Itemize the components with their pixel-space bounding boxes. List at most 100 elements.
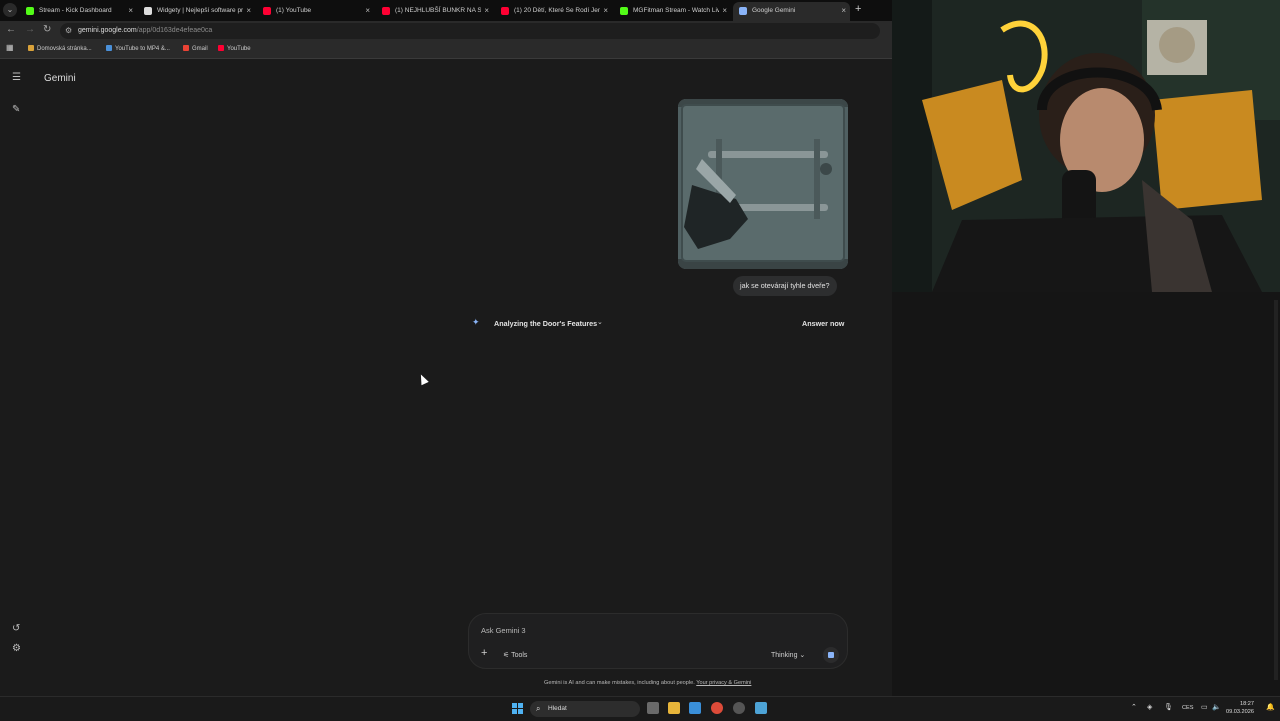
browser-window: ⌄ Stream - Kick Dashboard × Widgety | Nejl… <box>0 0 892 696</box>
address-bar[interactable]: ⚙ gemini.google.com/app/0d163de4efeae0ca <box>60 23 880 39</box>
taskbar-search-label: Hledat <box>548 705 567 712</box>
kick-icon <box>620 7 628 15</box>
clock-time: 18:27 <box>1240 701 1254 707</box>
bookmark-2[interactable]: YouTube to MP4 &... <box>106 45 170 52</box>
mode-picker[interactable]: Thinking ⌄ <box>771 651 805 659</box>
bookmark-favicon-icon <box>106 45 112 51</box>
tools-icon: ⚟ <box>503 652 512 659</box>
chevron-down-icon: ⌄ <box>799 652 806 659</box>
windows-start-icon[interactable] <box>512 703 524 715</box>
scrollbar[interactable] <box>1274 300 1278 680</box>
steam-icon[interactable] <box>755 702 767 714</box>
bookmarks-bar: ▦ Domovská stránka... YouTube to MP4 &...… <box>0 41 892 59</box>
privacy-link[interactable]: Your privacy & Gemini <box>696 680 751 686</box>
address-path: /app/0d163de4efeae0ca <box>136 27 213 34</box>
site-info-icon[interactable]: ⚙ <box>65 23 72 39</box>
settings-icon[interactable]: ⚙ <box>12 643 21 654</box>
prompt-composer[interactable]: Ask Gemini 3 + ⚟ Tools Thinking ⌄ <box>468 613 848 669</box>
activity-icon[interactable]: ↺ <box>12 623 20 634</box>
tools-button[interactable]: ⚟ Tools <box>503 651 527 659</box>
widget-icon <box>144 7 152 15</box>
chrome-icon[interactable] <box>711 702 723 714</box>
tab-label: (1) 20 Dětí, Které Se Rodí Jen Je <box>514 7 600 14</box>
tab-3[interactable]: (1) YouTube × <box>257 2 374 21</box>
gemini-icon <box>739 7 747 15</box>
add-attachment-icon[interactable]: + <box>481 647 487 659</box>
tab-2[interactable]: Widgety | Nejlepší software pr × <box>138 2 255 21</box>
tab-search-icon[interactable]: ⌄ <box>3 3 17 17</box>
close-icon[interactable]: × <box>841 2 846 19</box>
tab-6[interactable]: MGFitman Stream - Watch Live × <box>614 2 731 21</box>
reload-icon[interactable]: ↻ <box>43 24 51 35</box>
forward-icon[interactable]: → <box>25 24 35 35</box>
close-icon[interactable]: × <box>128 2 133 19</box>
youtube-icon <box>263 7 271 15</box>
gemini-title[interactable]: Gemini <box>44 73 76 84</box>
bookmark-4[interactable]: YouTube <box>218 45 251 52</box>
mode-label: Thinking <box>771 652 798 659</box>
tab-strip: ⌄ Stream - Kick Dashboard × Widgety | Nejl… <box>0 0 892 21</box>
user-message: jak se otevárají tyhle dveře? <box>733 276 837 296</box>
webcam-overlay <box>892 0 1280 292</box>
thinking-label: Analyzing the Door's Features <box>494 319 598 328</box>
stop-button[interactable] <box>823 647 839 663</box>
close-icon[interactable]: × <box>246 2 251 19</box>
tray-overflow-icon[interactable]: ⌃ <box>1131 703 1137 711</box>
tab-5[interactable]: (1) 20 Dětí, Které Se Rodí Jen Je× <box>495 2 612 21</box>
taskbar-search[interactable]: ⌕ Hledat <box>530 701 640 717</box>
task-view-icon[interactable] <box>647 702 659 714</box>
app-icon[interactable] <box>733 702 745 714</box>
new-chat-icon[interactable]: ✎ <box>12 104 20 115</box>
tab-1[interactable]: Stream - Kick Dashboard × <box>20 2 137 21</box>
clock-date: 09.03.2026 <box>1226 709 1254 715</box>
language-indicator[interactable]: CES <box>1182 705 1194 711</box>
prompt-input[interactable]: Ask Gemini 3 <box>481 626 526 635</box>
tab-4[interactable]: (1) NEJHLUBŠÍ BUNKR NA SLOV× <box>376 2 493 21</box>
notifications-icon[interactable]: 🔔 <box>1266 703 1275 711</box>
address-host: gemini.google.com <box>78 27 137 34</box>
browser-toolbar: ← → ↻ ⚙ gemini.google.com/app/0d163de4ef… <box>0 21 892 41</box>
microphone-icon[interactable]: 🎙 <box>1164 703 1173 711</box>
tab-label: Google Gemini <box>752 7 796 14</box>
bookmark-label: YouTube to MP4 &... <box>115 46 170 52</box>
chevron-down-icon[interactable]: ⌄ <box>597 318 603 326</box>
bookmark-favicon-icon <box>28 45 34 51</box>
volume-icon[interactable]: 🔈 <box>1212 703 1221 711</box>
tab-7[interactable]: Google Gemini × <box>733 2 850 21</box>
new-tab-icon[interactable]: + <box>855 3 861 15</box>
stop-icon <box>828 652 834 658</box>
tray-app-icon[interactable]: ◈ <box>1147 703 1152 711</box>
answer-now-button[interactable]: Answer now <box>802 319 844 328</box>
tab-label: (1) NEJHLUBŠÍ BUNKR NA SLOV <box>395 7 481 14</box>
bookmark-3[interactable]: Gmail <box>183 45 208 52</box>
close-icon[interactable]: × <box>484 2 489 19</box>
tab-label: Stream - Kick Dashboard <box>39 7 112 14</box>
youtube-icon <box>501 7 509 15</box>
side-panel <box>892 292 1280 696</box>
network-icon[interactable]: ▭ <box>1201 703 1208 711</box>
close-icon[interactable]: × <box>365 2 370 19</box>
bookmark-label: YouTube <box>227 46 251 52</box>
menu-icon[interactable]: ☰ <box>12 72 21 83</box>
close-icon[interactable]: × <box>603 2 608 19</box>
disclaimer-text: Gemini is AI and can make mistakes, incl… <box>544 680 695 686</box>
clock[interactable]: 18:27 09.03.2026 <box>1226 700 1254 716</box>
apps-grid-icon[interactable]: ▦ <box>6 43 14 52</box>
close-icon[interactable]: × <box>722 2 727 19</box>
tab-label: Widgety | Nejlepší software pr <box>157 7 243 14</box>
bookmark-favicon-icon <box>218 45 224 51</box>
disclaimer: Gemini is AI and can make mistakes, incl… <box>544 680 751 686</box>
gemini-spark-icon: ✦ <box>472 317 480 327</box>
bookmark-favicon-icon <box>183 45 189 51</box>
store-icon[interactable] <box>689 702 701 714</box>
uploaded-door-image[interactable] <box>678 99 848 269</box>
side-rail: ☰ ✎ ↺ ⚙ <box>0 59 37 696</box>
search-icon: ⌕ <box>536 704 541 713</box>
youtube-icon <box>382 7 390 15</box>
bookmark-label: Domovská stránka... <box>37 46 92 52</box>
tab-label: (1) YouTube <box>276 7 312 14</box>
back-icon[interactable]: ← <box>6 24 16 35</box>
taskbar: ⌕ Hledat ⌃ ◈ 🎙 CES ▭ 🔈 18:27 09.03.2026 … <box>0 696 1280 721</box>
bookmark-1[interactable]: Domovská stránka... <box>28 45 92 52</box>
file-explorer-icon[interactable] <box>668 702 680 714</box>
